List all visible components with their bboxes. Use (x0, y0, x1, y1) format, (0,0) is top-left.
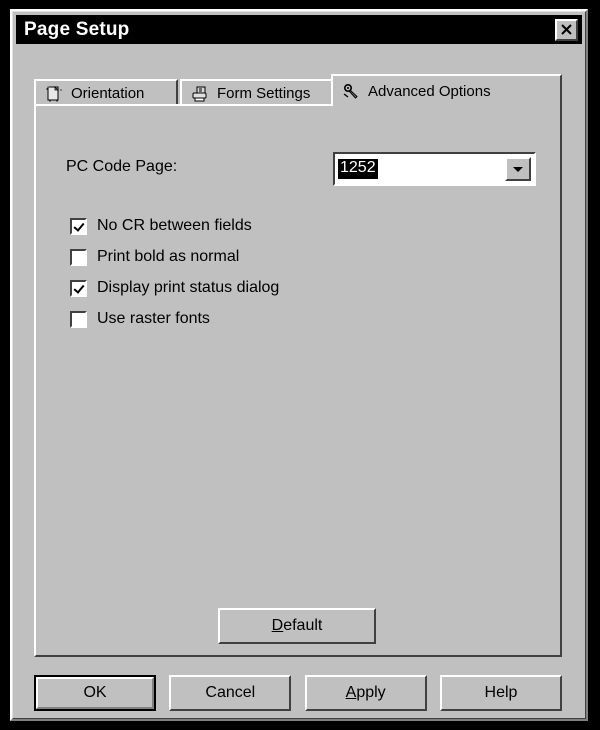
apply-button-label: Apply (346, 684, 386, 702)
apply-button[interactable]: Apply (304, 675, 427, 711)
window-title: Page Setup (24, 18, 130, 40)
checkbox-raster-fonts-label: Use raster fonts (97, 310, 210, 327)
code-page-row: PC Code Page: 1252 (66, 152, 536, 186)
code-page-dropdown-button[interactable] (505, 157, 531, 181)
ok-button[interactable]: OK (34, 675, 156, 711)
apply-accel: A (345, 684, 357, 701)
default-rest: efault (283, 617, 323, 634)
checkbox-print-status-label: Display print status dialog (97, 279, 280, 296)
default-accel: D (271, 617, 284, 634)
tab-form-settings[interactable]: Form Settings (180, 79, 352, 106)
tab-orientation-label: Orientation (71, 85, 145, 102)
close-x-icon (561, 24, 572, 35)
checkbox-print-bold-label: Print bold as normal (97, 248, 240, 265)
code-page-value: 1252 (338, 159, 378, 179)
options-checkbox-list: No CR between fields Print bold as norma… (70, 214, 470, 338)
help-button[interactable]: Help (439, 675, 562, 711)
tab-strip: Orientation Form Settings Advanced Optio… (34, 74, 562, 106)
checkbox-row-print-status[interactable]: Display print status dialog (70, 276, 470, 300)
checkbox-row-print-bold[interactable]: Print bold as normal (70, 245, 470, 269)
page-setup-dialog: Page Setup Orientation Form Settings Adv… (10, 9, 588, 721)
ok-button-label: OK (83, 684, 107, 701)
checkbox-no-cr-label: No CR between fields (97, 217, 252, 234)
title-bar: Page Setup (16, 15, 582, 44)
printer-icon (192, 86, 207, 101)
tab-orientation[interactable]: Orientation (34, 79, 178, 106)
checkbox-print-bold[interactable] (70, 248, 87, 266)
cancel-button-label: Cancel (205, 684, 256, 701)
tab-content-panel: PC Code Page: 1252 No CR between fields … (34, 104, 562, 657)
tools-gear-icon (343, 83, 358, 99)
checkbox-row-raster-fonts[interactable]: Use raster fonts (70, 307, 470, 331)
cancel-button[interactable]: Cancel (169, 675, 292, 711)
checkbox-no-cr[interactable] (70, 217, 87, 235)
checkbox-print-status[interactable] (70, 279, 87, 297)
apply-rest: pply (356, 684, 386, 701)
tab-advanced-options[interactable]: Advanced Options (331, 74, 562, 106)
chevron-down-icon (513, 166, 523, 172)
tab-advanced-options-label: Advanced Options (368, 82, 491, 100)
default-button-label: Default (272, 617, 323, 635)
close-button[interactable] (555, 18, 578, 41)
default-button[interactable]: Default (218, 608, 376, 644)
tab-form-settings-label: Form Settings (217, 85, 311, 102)
code-page-combobox[interactable]: 1252 (333, 152, 536, 186)
code-page-label: PC Code Page: (66, 158, 178, 175)
help-button-label: Help (484, 684, 518, 701)
checkbox-raster-fonts[interactable] (70, 310, 87, 328)
page-orientation-icon (46, 85, 62, 101)
dialog-button-bar: OK Cancel Apply Help (34, 675, 562, 711)
checkbox-row-no-cr[interactable]: No CR between fields (70, 214, 470, 238)
